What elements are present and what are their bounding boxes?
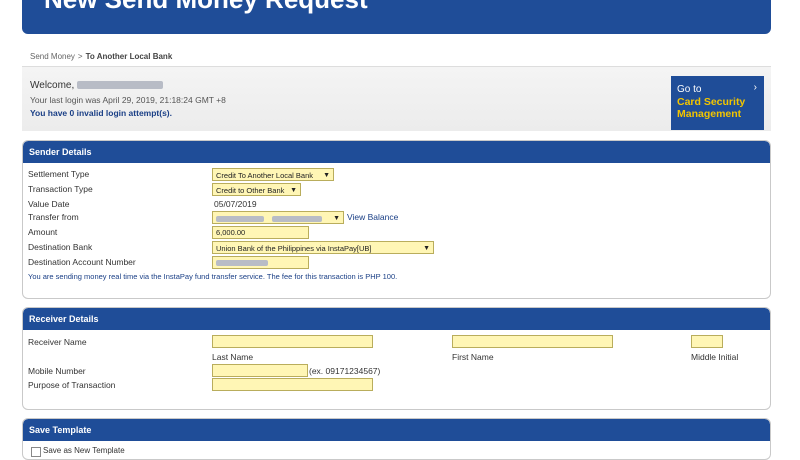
middle-initial-input[interactable] (691, 335, 723, 348)
destination-bank-value: Union Bank of the Philippines via InstaP… (216, 244, 372, 253)
sender-details-header: Sender Details (23, 141, 770, 163)
redacted-account-name (272, 216, 322, 223)
receiver-details-panel: Receiver Details Receiver Name Last Name… (22, 307, 771, 410)
redacted-destination-account (216, 260, 268, 267)
first-name-caption: First Name (452, 352, 494, 362)
save-template-header: Save Template (23, 419, 770, 441)
transaction-type-value: Credit to Other Bank (216, 186, 285, 195)
transfer-from-select[interactable]: ▼ (212, 211, 344, 224)
chevron-down-icon: ▼ (290, 187, 297, 194)
transaction-type-label: Transaction Type (28, 184, 93, 194)
card-security-goto: Go to (677, 84, 702, 95)
chevron-down-icon: ▼ (423, 245, 430, 252)
middle-initial-caption: Middle Initial (691, 352, 739, 362)
welcome-line: Welcome, (30, 80, 164, 91)
breadcrumb: Send Money > To Another Local Bank (30, 52, 172, 61)
chevron-down-icon: ▼ (323, 172, 330, 179)
page-header: New Send Money Request (22, 0, 771, 34)
mobile-number-label: Mobile Number (28, 366, 86, 376)
card-security-label: Card Security Management (677, 96, 745, 120)
redacted-username (77, 81, 164, 90)
chevron-down-icon: ▼ (333, 215, 340, 222)
save-template-label: Save as New Template (43, 446, 125, 455)
invalid-attempts-text: You have 0 invalid login attempt(s). (30, 108, 173, 118)
settlement-type-value: Credit To Another Local Bank (216, 171, 314, 180)
purpose-label: Purpose of Transaction (28, 380, 116, 390)
settlement-type-label: Settlement Type (28, 169, 90, 179)
page-title: New Send Money Request (44, 0, 368, 15)
amount-input[interactable]: 6,000.00 (212, 226, 309, 239)
last-name-input[interactable] (212, 335, 373, 348)
last-login-text: Your last login was April 29, 2019, 21:1… (30, 95, 226, 105)
settlement-type-select[interactable]: Credit To Another Local Bank ▼ (212, 168, 334, 181)
transfer-from-label: Transfer from (28, 212, 79, 222)
view-balance-link[interactable]: View Balance (347, 212, 398, 222)
sender-details-panel: Sender Details Settlement Type Credit To… (22, 140, 771, 299)
last-name-caption: Last Name (212, 352, 254, 362)
first-name-input[interactable] (452, 335, 613, 348)
mobile-number-hint: (ex. 09171234567) (309, 366, 381, 376)
welcome-panel: Welcome, Your last login was April 29, 2… (22, 66, 771, 131)
destination-bank-label: Destination Bank (28, 242, 93, 252)
value-date: 05/07/2019 (214, 199, 257, 209)
transaction-type-select[interactable]: Credit to Other Bank ▼ (212, 183, 301, 196)
save-template-checkbox[interactable] (31, 447, 41, 457)
destination-account-input[interactable] (212, 256, 309, 269)
mobile-number-input[interactable] (212, 364, 308, 377)
amount-label: Amount (28, 227, 58, 237)
destination-bank-select[interactable]: Union Bank of the Philippines via InstaP… (212, 241, 434, 254)
card-security-button[interactable]: Go to › Card Security Management (671, 76, 764, 130)
receiver-name-label: Receiver Name (28, 337, 87, 347)
card-security-label-line1: Card Security (677, 96, 746, 108)
receiver-details-header: Receiver Details (23, 308, 770, 330)
value-date-label: Value Date (28, 199, 70, 209)
breadcrumb-current: To Another Local Bank (85, 52, 173, 61)
redacted-account (216, 216, 264, 223)
purpose-input[interactable] (212, 378, 373, 391)
welcome-greeting: Welcome, (30, 80, 75, 91)
save-template-panel: Save Template Save as New Template (22, 418, 771, 460)
card-security-label-line2: Management (677, 108, 742, 120)
destination-account-label: Destination Account Number (28, 257, 136, 267)
instapay-fee-note: You are sending money real time via the … (28, 272, 398, 281)
breadcrumb-separator: > (77, 52, 83, 61)
breadcrumb-send-money[interactable]: Send Money (30, 52, 75, 61)
chevron-right-icon: › (753, 82, 757, 93)
